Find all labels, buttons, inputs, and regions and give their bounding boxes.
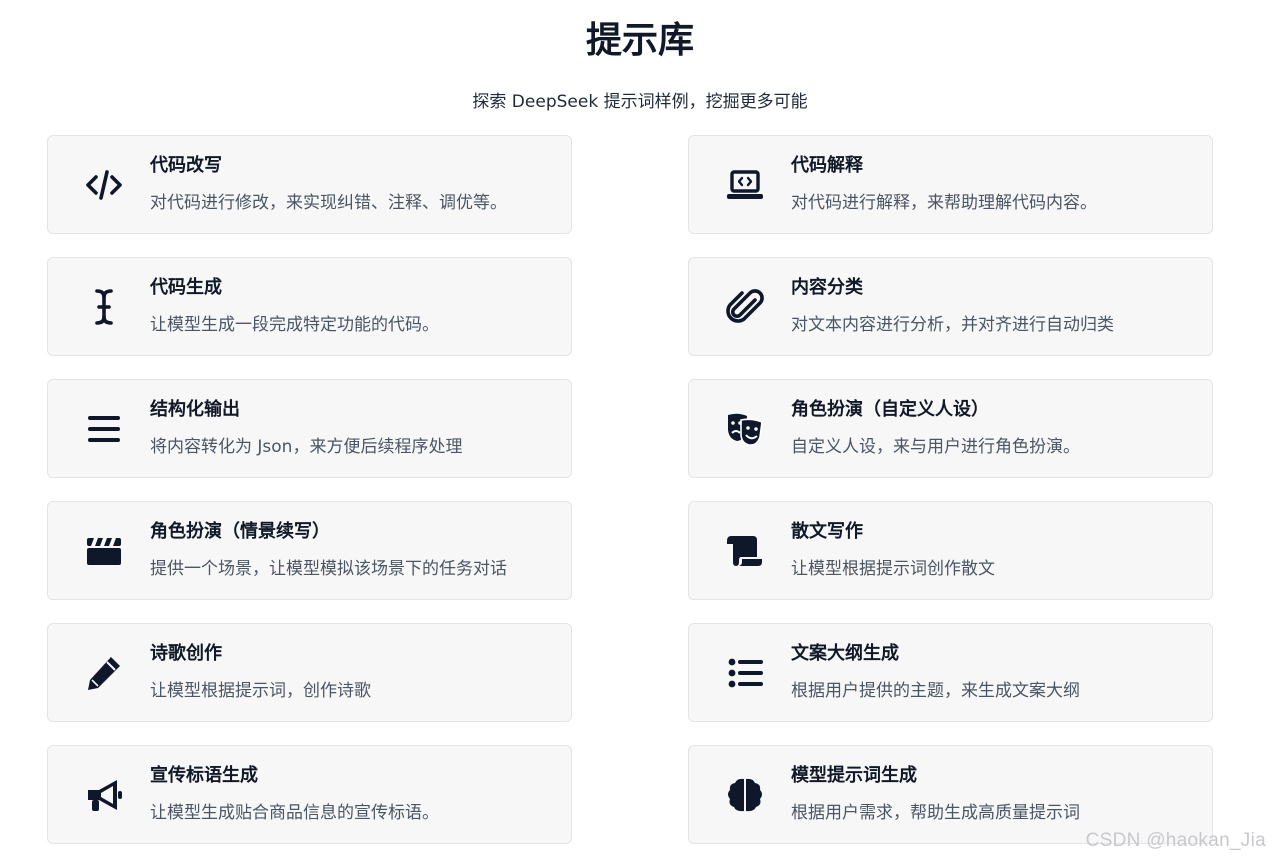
- prompt-card-slogan[interactable]: 宣传标语生成 让模型生成贴合商品信息的宣传标语。: [47, 745, 572, 844]
- prompt-card-code-generate[interactable]: 代码生成 让模型生成一段完成特定功能的代码。: [47, 257, 572, 356]
- card-title: 结构化输出: [150, 399, 240, 420]
- prompt-card-structured-output[interactable]: 结构化输出 将内容转化为 Json，来方便后续程序处理: [47, 379, 572, 478]
- card-description: 让模型根据提示词创作散文: [791, 559, 995, 579]
- prompt-card-code-explain[interactable]: 代码解释 对代码进行解释，来帮助理解代码内容。: [688, 135, 1213, 234]
- clapperboard-icon: [80, 527, 128, 575]
- prompt-card-roleplay-custom[interactable]: 角色扮演（自定义人设） 自定义人设，来与用户进行角色扮演。: [688, 379, 1213, 478]
- card-title: 代码改写: [150, 155, 222, 176]
- card-title: 文案大纲生成: [791, 643, 899, 664]
- i-cursor-icon: [80, 283, 128, 331]
- laptop-code-icon: [721, 161, 769, 209]
- card-description: 根据用户需求，帮助生成高质量提示词: [791, 803, 1080, 823]
- prompt-card-grid: 代码改写 对代码进行修改，来实现纠错、注释、调优等。 代码解释 对代码进行解释，…: [47, 135, 1213, 844]
- scroll-icon: [721, 527, 769, 575]
- card-description: 让模型根据提示词，创作诗歌: [150, 681, 371, 701]
- prompt-card-content-classify[interactable]: 内容分类 对文本内容进行分析，并对齐进行自动归类: [688, 257, 1213, 356]
- card-description: 对文本内容进行分析，并对齐进行自动归类: [791, 315, 1114, 335]
- card-description: 提供一个场景，让模型模拟该场景下的任务对话: [150, 559, 507, 579]
- card-title: 代码生成: [150, 277, 222, 298]
- card-description: 让模型生成贴合商品信息的宣传标语。: [150, 803, 439, 823]
- card-title: 宣传标语生成: [150, 765, 258, 786]
- card-description: 让模型生成一段完成特定功能的代码。: [150, 315, 439, 335]
- bars-icon: [80, 405, 128, 453]
- page-subtitle: 探索 DeepSeek 提示词样例，挖掘更多可能: [472, 92, 808, 112]
- card-description: 对代码进行解释，来帮助理解代码内容。: [791, 193, 1097, 213]
- list-icon: [721, 649, 769, 697]
- bullhorn-icon: [80, 771, 128, 819]
- card-description: 对代码进行修改，来实现纠错、注释、调优等。: [150, 193, 507, 213]
- code-icon: [80, 161, 128, 209]
- card-title: 角色扮演（自定义人设）: [791, 399, 989, 420]
- prompt-card-prose-writing[interactable]: 散文写作 让模型根据提示词创作散文: [688, 501, 1213, 600]
- theater-masks-icon: [721, 405, 769, 453]
- page-title: 提示库: [585, 20, 694, 61]
- page-header: 提示库 探索 DeepSeek 提示词样例，挖掘更多可能: [0, 0, 1280, 114]
- brain-icon: [721, 771, 769, 819]
- card-title: 诗歌创作: [150, 643, 222, 664]
- card-title: 模型提示词生成: [791, 765, 917, 786]
- card-description: 自定义人设，来与用户进行角色扮演。: [791, 437, 1080, 457]
- prompt-card-poetry[interactable]: 诗歌创作 让模型根据提示词，创作诗歌: [47, 623, 572, 722]
- prompt-card-copy-outline[interactable]: 文案大纲生成 根据用户提供的主题，来生成文案大纲: [688, 623, 1213, 722]
- card-title: 角色扮演（情景续写）: [150, 521, 330, 542]
- paperclip-icon: [721, 283, 769, 331]
- prompt-card-roleplay-scene[interactable]: 角色扮演（情景续写） 提供一个场景，让模型模拟该场景下的任务对话: [47, 501, 572, 600]
- pencil-icon: [80, 649, 128, 697]
- card-title: 内容分类: [791, 277, 863, 298]
- prompt-card-code-rewrite[interactable]: 代码改写 对代码进行修改，来实现纠错、注释、调优等。: [47, 135, 572, 234]
- watermark: CSDN @haokan_Jia: [1085, 830, 1266, 851]
- card-title: 代码解释: [791, 155, 863, 176]
- card-description: 根据用户提供的主题，来生成文案大纲: [791, 681, 1080, 701]
- card-title: 散文写作: [791, 521, 863, 542]
- card-description: 将内容转化为 Json，来方便后续程序处理: [150, 437, 463, 457]
